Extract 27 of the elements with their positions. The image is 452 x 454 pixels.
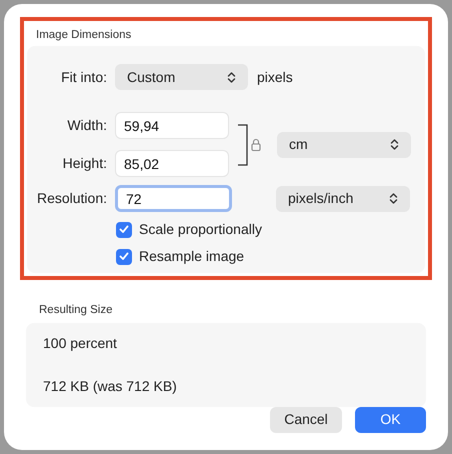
up-down-chevron-icon — [390, 138, 399, 152]
field-label: Fit into: — [60, 68, 108, 87]
size-text: 712 KB (was 712 KB) — [43, 376, 178, 396]
popup-button[interactable]: Custom — [115, 64, 248, 90]
text-field[interactable]: 85,02 — [115, 150, 229, 178]
checkbox[interactable] — [116, 222, 132, 238]
field-label: Resolution: — [36, 189, 108, 208]
text-field[interactable]: 59,94 — [115, 112, 229, 140]
field-label: Width: — [66, 116, 108, 136]
popup-button[interactable]: pixels/inch — [276, 186, 410, 212]
checkbox[interactable] — [116, 248, 132, 265]
ok-button[interactable]: OK — [355, 406, 426, 432]
checkmark-icon — [119, 225, 129, 234]
popup-button[interactable]: cm — [277, 132, 411, 158]
percent-text: 100 percent — [43, 334, 118, 353]
section-title: Image Dimensions — [35, 28, 132, 43]
text-field[interactable]: 72 — [115, 185, 232, 212]
up-down-chevron-icon — [389, 192, 398, 206]
unit-label: pixels — [257, 68, 293, 87]
field-label: Height: — [62, 154, 108, 174]
checkmark-icon — [119, 252, 129, 262]
checkbox-label: Scale proportionally — [139, 220, 262, 240]
up-down-chevron-icon — [227, 70, 236, 84]
cancel-button[interactable]: Cancel — [270, 406, 342, 432]
link-bracket-icon — [237, 124, 249, 166]
section-title: Resulting Size — [38, 303, 114, 318]
checkbox-label: Resample image — [139, 247, 244, 266]
